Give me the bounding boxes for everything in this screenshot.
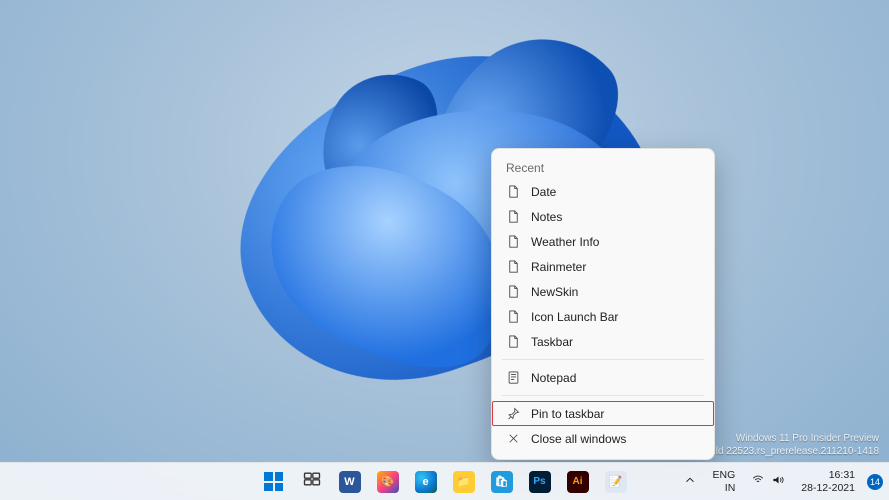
recent-item-label: Taskbar <box>531 335 573 349</box>
task-view-button[interactable] <box>296 466 328 498</box>
action-label: Pin to taskbar <box>531 407 604 421</box>
app-item-notepad[interactable]: Notepad <box>492 365 714 390</box>
taskbar-app-store[interactable]: 🛍 <box>486 466 518 498</box>
recent-item-label: NewSkin <box>531 285 578 299</box>
desktop[interactable]: Windows 11 Pro Insider Preview Evaluatio… <box>0 0 889 500</box>
tray-quick-settings[interactable] <box>747 466 789 498</box>
jump-list-header: Recent <box>492 155 714 179</box>
taskbar: W 🎨 e 📁 🛍 Ps Ai 📝 ENG IN <box>0 462 889 500</box>
photoshop-icon: Ps <box>529 471 551 493</box>
paint-icon: 🎨 <box>377 471 399 493</box>
document-icon <box>506 309 521 324</box>
recent-item-label: Date <box>531 185 556 199</box>
recent-item-newskin[interactable]: NewSkin <box>492 279 714 304</box>
file-explorer-icon: 📁 <box>453 471 475 493</box>
windows-logo-icon <box>264 472 283 491</box>
taskbar-app-photoshop[interactable]: Ps <box>524 466 556 498</box>
pin-icon <box>506 406 521 421</box>
tray-time: 16:31 <box>801 469 855 481</box>
document-icon <box>506 234 521 249</box>
volume-icon <box>771 473 785 490</box>
tray-clock-button[interactable]: 16:31 28-12-2021 <box>797 466 859 498</box>
tray-date: 28-12-2021 <box>801 482 855 494</box>
jump-list-menu: Recent Date Notes Weather Info Rainmeter… <box>491 148 715 460</box>
taskbar-app-paint[interactable]: 🎨 <box>372 466 404 498</box>
document-icon <box>506 284 521 299</box>
taskbar-app-illustrator[interactable]: Ai <box>562 466 594 498</box>
recent-item-date[interactable]: Date <box>492 179 714 204</box>
action-close-all-windows[interactable]: Close all windows <box>492 426 714 451</box>
notepad-icon: 📝 <box>605 471 627 493</box>
taskbar-app-word[interactable]: W <box>334 466 366 498</box>
document-icon <box>506 184 521 199</box>
action-label: Close all windows <box>531 432 626 446</box>
recent-item-label: Rainmeter <box>531 260 586 274</box>
action-pin-to-taskbar[interactable]: Pin to taskbar <box>492 401 714 426</box>
word-icon: W <box>339 471 361 493</box>
notepad-icon <box>506 370 521 385</box>
document-icon <box>506 259 521 274</box>
close-icon <box>506 431 521 446</box>
notification-count: 14 <box>867 474 883 490</box>
tray-overflow-button[interactable] <box>679 466 701 498</box>
recent-item-weather[interactable]: Weather Info <box>492 229 714 254</box>
wifi-icon <box>751 473 765 490</box>
recent-item-notes[interactable]: Notes <box>492 204 714 229</box>
menu-separator <box>502 395 704 396</box>
app-item-label: Notepad <box>531 371 576 385</box>
recent-item-rainmeter[interactable]: Rainmeter <box>492 254 714 279</box>
document-icon <box>506 334 521 349</box>
system-tray: ENG IN 16:31 28-12-2021 14 <box>679 463 883 500</box>
taskbar-app-edge[interactable]: e <box>410 466 442 498</box>
recent-item-label: Icon Launch Bar <box>531 310 618 324</box>
tray-language-button[interactable]: ENG IN <box>709 466 740 498</box>
recent-item-taskbar[interactable]: Taskbar <box>492 329 714 354</box>
recent-item-iconlaunchbar[interactable]: Icon Launch Bar <box>492 304 714 329</box>
tray-lang1: ENG <box>713 469 736 481</box>
task-view-icon <box>302 469 322 494</box>
menu-separator <box>502 359 704 360</box>
edge-icon: e <box>415 471 437 493</box>
taskbar-center: W 🎨 e 📁 🛍 Ps Ai 📝 <box>258 466 632 498</box>
taskbar-app-explorer[interactable]: 📁 <box>448 466 480 498</box>
chevron-up-icon <box>683 473 697 490</box>
start-button[interactable] <box>258 466 290 498</box>
tray-notification-badge[interactable]: 14 <box>867 466 883 498</box>
store-icon: 🛍 <box>491 471 513 493</box>
recent-item-label: Notes <box>531 210 562 224</box>
document-icon <box>506 209 521 224</box>
taskbar-app-notepad[interactable]: 📝 <box>600 466 632 498</box>
illustrator-icon: Ai <box>567 471 589 493</box>
tray-lang2: IN <box>713 482 736 494</box>
recent-item-label: Weather Info <box>531 235 599 249</box>
